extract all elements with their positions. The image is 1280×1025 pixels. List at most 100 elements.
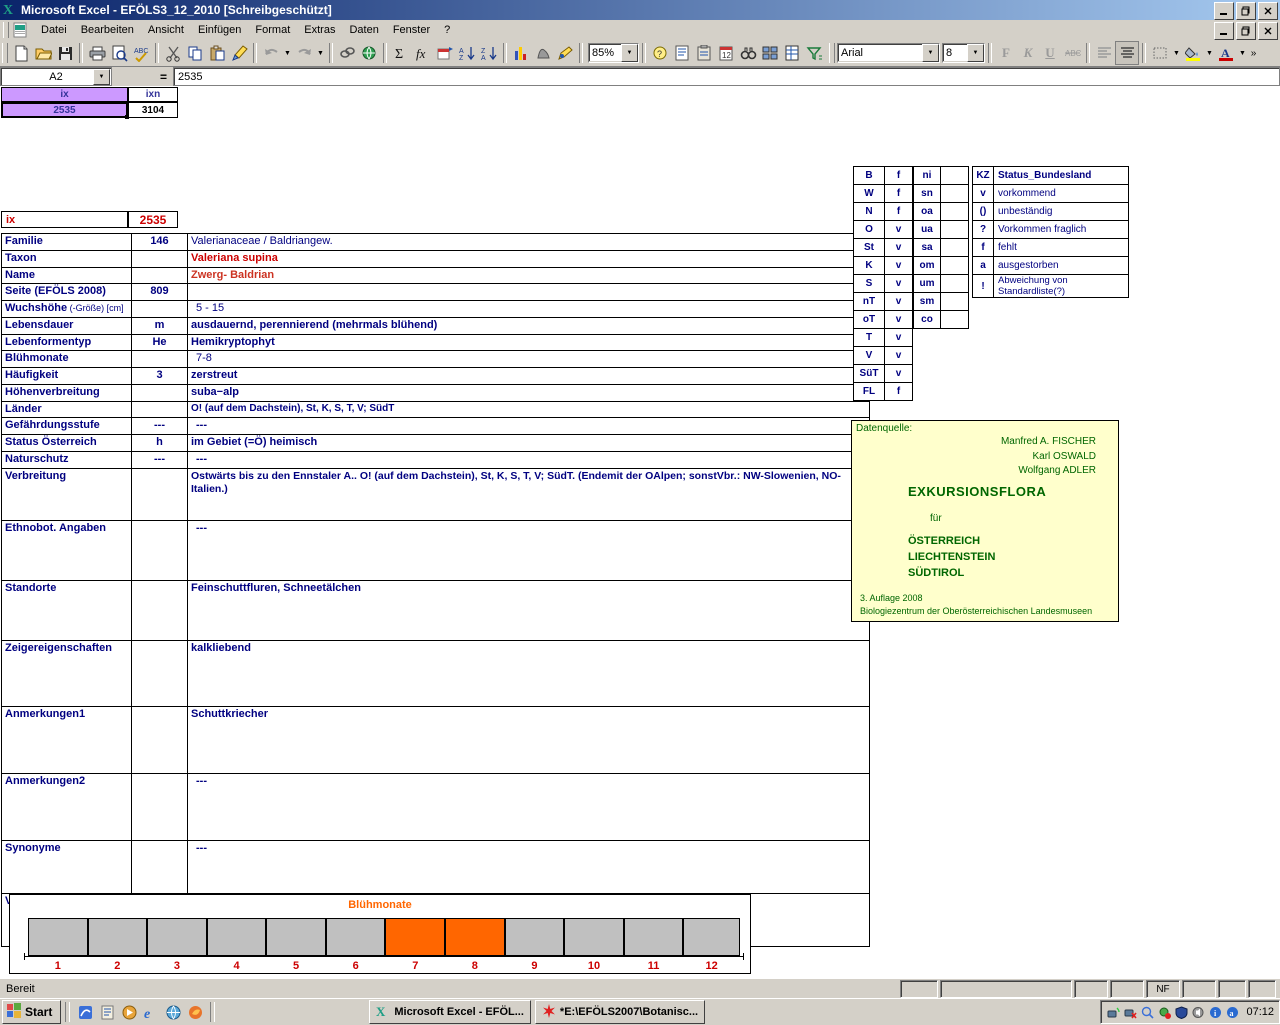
table-row[interactable]: Häufigkeit 3 zerstreut xyxy=(1,367,870,385)
legend-row[interactable]: f fehlt xyxy=(972,238,1129,257)
source-box[interactable]: Datenquelle: Manfred A. FISCHER Karl OSW… xyxy=(851,420,1119,622)
open-icon[interactable] xyxy=(32,42,54,64)
font-size-dropdown-icon[interactable]: ▼ xyxy=(967,44,984,62)
legend-row[interactable]: sn xyxy=(913,184,969,203)
legend-row[interactable]: ua 1 xyxy=(913,220,969,239)
print-icon[interactable] xyxy=(86,42,108,64)
font-color-dropdown-icon[interactable]: ▼ xyxy=(1237,42,1248,64)
paste-icon[interactable] xyxy=(206,42,228,64)
font-name-combo[interactable]: Arial ▼ xyxy=(837,43,940,63)
legend-row[interactable]: a ausgestorben xyxy=(972,256,1129,275)
menu-format[interactable]: Format xyxy=(248,22,297,38)
table-row[interactable]: Wuchshöhe (-Größe) [cm] 5 - 15 xyxy=(1,300,870,318)
legend-row[interactable]: W f xyxy=(853,184,913,203)
table-row[interactable]: Ethnobot. Angaben --- xyxy=(1,519,870,581)
worksheet-grid[interactable]: ix ixn 2535 3104 ix 2535 Familie 146 Val… xyxy=(0,86,1280,982)
menu-bearbeiten[interactable]: Bearbeiten xyxy=(74,22,141,38)
function-icon[interactable]: fx xyxy=(412,42,434,64)
borders-dropdown-icon[interactable]: ▼ xyxy=(1171,42,1182,64)
legend-row[interactable]: sm xyxy=(913,292,969,311)
cut-icon[interactable] xyxy=(162,42,184,64)
table-row[interactable]: Höhenverbreitung suba−alp xyxy=(1,383,870,402)
legend-row[interactable]: co xyxy=(913,310,969,329)
bluehmonate-chart[interactable]: Blühmonate 1 2 3 4 5 6 7 8 9 10 11 12 xyxy=(9,894,751,974)
notes-icon[interactable] xyxy=(671,42,693,64)
ie-icon[interactable] xyxy=(77,1004,93,1020)
start-button[interactable]: Start xyxy=(2,1000,62,1024)
name-box[interactable]: A2 ▼ xyxy=(0,67,112,86)
firefox-icon[interactable] xyxy=(187,1004,203,1020)
zoom-dropdown-icon[interactable]: ▼ xyxy=(621,44,638,62)
taskbar-button-excel[interactable]: X Microsoft Excel - EFÖL... xyxy=(369,1000,531,1024)
chart-icon[interactable] xyxy=(510,42,532,64)
autosum-icon[interactable]: Σ xyxy=(390,42,412,64)
align-center-icon[interactable] xyxy=(1115,41,1139,65)
legend-row[interactable]: oa 1 xyxy=(913,202,969,221)
legend-row[interactable]: O v xyxy=(853,220,913,239)
sort-asc-icon[interactable]: AZ xyxy=(456,42,478,64)
table-row[interactable]: Anmerkungen1 Schuttkriecher xyxy=(1,705,870,774)
print-preview-icon[interactable] xyxy=(108,42,130,64)
toolbar-grip-2[interactable] xyxy=(829,43,835,63)
binoculars-icon[interactable] xyxy=(737,42,759,64)
selected-cell-a2[interactable]: 2535 xyxy=(1,102,128,118)
legend-row[interactable]: om xyxy=(913,256,969,275)
table-row[interactable]: Synonyme --- xyxy=(1,839,870,894)
ix-row-value[interactable]: 2535 xyxy=(128,211,178,228)
formula-equals-icon[interactable]: = xyxy=(112,68,173,85)
format-painter-icon[interactable] xyxy=(228,42,250,64)
minimize-button[interactable] xyxy=(1214,2,1234,20)
window-split-icon[interactable] xyxy=(759,42,781,64)
redo-icon[interactable] xyxy=(293,42,315,64)
web-icon[interactable] xyxy=(358,42,380,64)
table-row[interactable]: Standorte Feinschuttfluren, Schneetälche… xyxy=(1,579,870,641)
legend-row[interactable]: V v xyxy=(853,346,913,365)
comment-icon[interactable]: ? xyxy=(649,42,671,64)
media-player-icon[interactable] xyxy=(121,1004,137,1020)
table-row[interactable]: Blühmonate 7-8 xyxy=(1,350,870,368)
restore-workbook-button[interactable] xyxy=(1236,22,1256,40)
font-name-dropdown-icon[interactable]: ▼ xyxy=(922,44,939,62)
toolbar-grip-1[interactable] xyxy=(2,43,8,63)
legend-row[interactable]: ? Vorkommen fraglich xyxy=(972,220,1129,239)
table-row[interactable]: Gefährdungsstufe --- --- xyxy=(1,417,870,435)
table-row[interactable]: Familie 146 Valerianaceae / Baldriangew. xyxy=(1,233,870,251)
volume-icon[interactable] xyxy=(1191,1005,1205,1019)
name-box-dropdown-icon[interactable]: ▼ xyxy=(93,69,110,85)
italic-button[interactable]: K xyxy=(1017,42,1039,64)
save-icon[interactable] xyxy=(54,42,76,64)
header-cell-ix[interactable]: ix xyxy=(1,87,128,102)
copy-icon[interactable] xyxy=(184,42,206,64)
legend-row[interactable]: sa 1 xyxy=(913,238,969,257)
table-row[interactable]: Anmerkungen2 --- xyxy=(1,772,870,841)
table-row[interactable]: Lebensdauer m ausdauernd, perennierend (… xyxy=(1,316,870,335)
table-row[interactable]: Zeigereigenschaften kalkliebend xyxy=(1,639,870,707)
table-row[interactable]: Name Zwerg- Baldrian xyxy=(1,266,870,285)
redo-dropdown-icon[interactable]: ▼ xyxy=(315,42,326,64)
close-workbook-button[interactable] xyxy=(1258,22,1278,40)
legend-row[interactable]: um xyxy=(913,274,969,293)
menu-datei[interactable]: Datei xyxy=(34,22,74,38)
close-button[interactable] xyxy=(1258,2,1278,20)
zoom-combo[interactable]: 85% ▼ xyxy=(588,43,639,63)
table-row[interactable]: Taxon Valeriana supina xyxy=(1,249,870,268)
legend-row[interactable]: K v xyxy=(853,256,913,275)
legend-row[interactable]: oT v xyxy=(853,310,913,329)
legend-row[interactable]: SüT v xyxy=(853,364,913,383)
fill-color-icon[interactable] xyxy=(1182,42,1204,64)
fill-color-dropdown-icon[interactable]: ▼ xyxy=(1204,42,1215,64)
sort-desc-icon[interactable]: ZA xyxy=(478,42,500,64)
acrobat-icon[interactable]: a xyxy=(1225,1005,1239,1019)
legend-row[interactable]: nT v xyxy=(853,292,913,311)
table-row[interactable]: Lebenformentyp He Hemikryptophyt xyxy=(1,333,870,352)
legend-row[interactable]: ! Abweichung von Standardliste(?) xyxy=(972,274,1129,298)
spellcheck-icon[interactable]: ABC xyxy=(130,42,152,64)
legend-row[interactable]: v vorkommend xyxy=(972,184,1129,203)
notes-icon[interactable] xyxy=(99,1004,115,1020)
sort-icon[interactable] xyxy=(434,42,456,64)
header-cell-ixn[interactable]: ixn xyxy=(128,87,178,102)
menu-extras[interactable]: Extras xyxy=(297,22,342,38)
filter-icon[interactable] xyxy=(803,42,825,64)
menu-fenster[interactable]: Fenster xyxy=(386,22,437,38)
menu-grip[interactable] xyxy=(3,22,9,38)
